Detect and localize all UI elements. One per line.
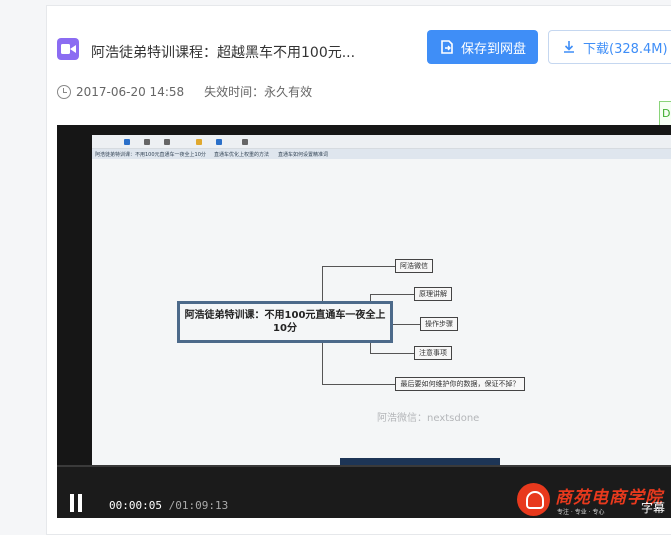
file-meta: 2017-06-20 14:58 失效时间：永久有效 xyxy=(57,83,312,100)
time-display: 00:00:05 /01:09:13 xyxy=(109,499,228,512)
mindmap-canvas: 阿浩徒弟特训课：不用100元直通车一夜全上10分 阿浩微信 原理讲解 操作步骤 … xyxy=(92,159,671,465)
pause-icon[interactable] xyxy=(70,494,82,512)
expire-time: 失效时间：永久有效 xyxy=(204,85,313,99)
video-tab: 直通车如何设置精准词 xyxy=(278,152,329,158)
mindmap-node: 原理讲解 xyxy=(414,287,452,301)
download-icon xyxy=(564,41,574,53)
current-time: 00:00:05 xyxy=(109,499,162,512)
toolbar-undo-icon xyxy=(144,139,150,145)
video-file-icon xyxy=(57,38,79,60)
mindmap-node: 操作步骤 xyxy=(420,317,458,331)
file-title: 阿浩徒弟特训课程：超越黑车不用100元... xyxy=(91,45,356,61)
mindmap-node: 最后要如何维护你的数据，保证不掉？ xyxy=(395,377,525,391)
mindmap-node: 阿浩微信 xyxy=(395,259,433,273)
logo-badge-icon xyxy=(517,483,550,516)
total-time: /01:09:13 xyxy=(168,499,229,512)
video-tab: 直通车优化上权重的方法 xyxy=(214,152,270,158)
player-controls: 00:00:05 /01:09:13 商苑电商学院 专注 · 专业 · 专心 字… xyxy=(57,465,671,518)
video-player[interactable]: 阿浩徒弟特训课：不用100元直通车一夜全上10分 直通车优化上权重的方法 直通车… xyxy=(57,125,671,518)
logo-slogan: 专注 · 专业 · 专心 xyxy=(557,509,605,516)
save-icon xyxy=(441,40,453,54)
video-toolbar xyxy=(92,135,671,149)
toolbar-share-icon xyxy=(216,139,222,145)
subtitle-button[interactable]: 字幕 xyxy=(641,499,665,516)
toolbar-more-icon xyxy=(242,139,248,145)
side-tab[interactable]: D xyxy=(659,101,671,127)
toolbar-folder-icon xyxy=(196,139,202,145)
video-tab: 阿浩徒弟特训课：不用100元直通车一夜全上10分 xyxy=(95,152,206,158)
save-button-label: 保存到网盘 xyxy=(460,41,526,57)
upload-date: 2017-06-20 14:58 xyxy=(76,84,185,99)
mindmap-node: 注意事项 xyxy=(414,346,452,360)
save-to-disk-button[interactable]: 保存到网盘 xyxy=(427,30,538,64)
clock-icon xyxy=(57,84,71,99)
progress-bar[interactable] xyxy=(57,465,671,467)
video-tabs: 阿浩徒弟特训课：不用100元直通车一夜全上10分 直通车优化上权重的方法 直通车… xyxy=(92,149,671,159)
video-inner-panel xyxy=(340,458,500,465)
video-frame: 阿浩徒弟特训课：不用100元直通车一夜全上10分 直通车优化上权重的方法 直通车… xyxy=(92,135,671,465)
toolbar-save-icon xyxy=(124,139,130,145)
mindmap-root: 阿浩徒弟特训课：不用100元直通车一夜全上10分 xyxy=(177,301,393,343)
download-button-label: 下载(328.4M) xyxy=(583,41,668,57)
video-watermark: 阿浩微信：nextsdone xyxy=(377,413,480,424)
toolbar-redo-icon xyxy=(164,139,170,145)
download-button[interactable]: 下载(328.4M) xyxy=(548,30,671,64)
